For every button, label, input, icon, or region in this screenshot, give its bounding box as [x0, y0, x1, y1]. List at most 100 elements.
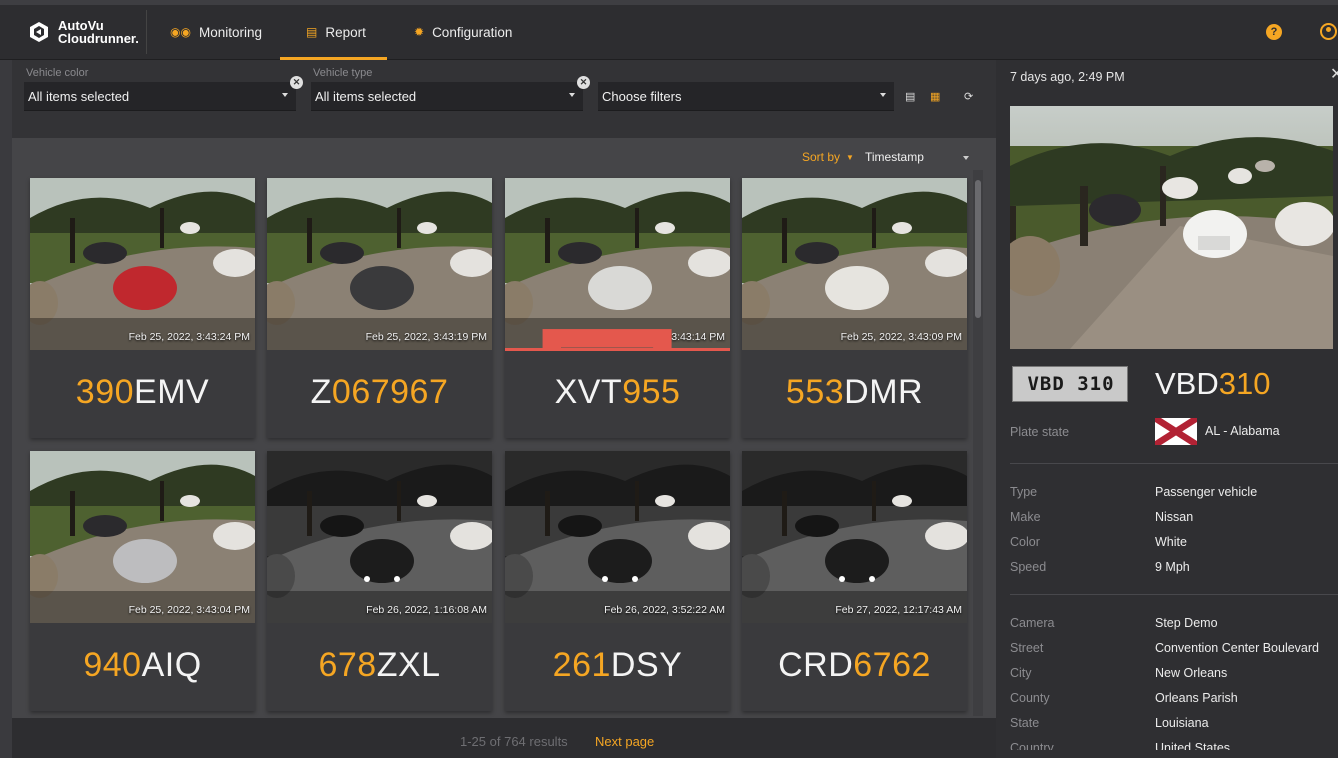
clear-vehicle-color-icon[interactable]: ✕ [290, 76, 303, 89]
chevron-down-icon[interactable] [963, 156, 969, 160]
sort-by-control[interactable]: Sort by ▼ [802, 150, 854, 164]
card-image[interactable]: Feb 26, 2022, 3:52:22 AM [505, 451, 730, 623]
plate-part2: 6762 [853, 646, 931, 684]
choose-filters-select[interactable]: Choose filters [598, 82, 894, 111]
card-image[interactable]: Feb 25, 2022, 3:43:04 PM [30, 451, 255, 623]
county-value: Orleans Parish [1155, 691, 1238, 705]
autovu-logo-icon [30, 22, 48, 42]
vehicle-capture-image [742, 178, 967, 350]
plate-state-value: AL - Alabama [1205, 424, 1280, 438]
sort-value[interactable]: Timestamp [865, 150, 924, 164]
card-timestamp: Feb 25, 2022, 3:43:19 PM [365, 331, 487, 343]
brand-line2: Cloudrunner. [58, 31, 139, 46]
alert-indicator-bar [505, 348, 730, 351]
nav-configuration-label: Configuration [432, 24, 513, 40]
plate-part2: AIQ [141, 646, 202, 684]
result-card[interactable]: Feb 25, 2022, 3:43:19 PM Z067967 [267, 178, 492, 438]
detail-plate-part1: VBD [1155, 366, 1219, 401]
detail-photo [1010, 106, 1333, 349]
grid-scrollbar-thumb[interactable] [975, 180, 981, 318]
country-value: United States [1155, 741, 1231, 750]
results-count: 1-25 of 764 results [460, 734, 568, 749]
result-card[interactable]: Feb 25, 2022, 3:43:24 PM 390EMV [30, 178, 255, 438]
card-image[interactable]: Feb 25, 2022, 3:43:19 PM [267, 178, 492, 350]
nav-report[interactable]: ▤ Report [306, 22, 366, 42]
brand-logo[interactable]: AutoVu Cloudrunner. [28, 16, 139, 48]
card-plate-number: 678ZXL [267, 646, 492, 685]
result-card[interactable]: Feb 25, 2022, 3:43:09 PM 553DMR [742, 178, 967, 438]
next-page-link[interactable]: Next page [595, 734, 654, 749]
list-view-icon[interactable]: ▤ [905, 90, 915, 103]
card-image[interactable]: Feb 26, 2022, 1:16:08 AM [267, 451, 492, 623]
result-card[interactable]: Feb 25, 2022, 3:43:04 PM 940AIQ [30, 451, 255, 711]
card-plate-number: 940AIQ [30, 646, 255, 685]
chevron-down-icon [880, 93, 886, 97]
detail-bottom-mask [996, 750, 1338, 758]
hit-alert-icon [542, 329, 672, 350]
plate-part1: 678 [318, 646, 377, 684]
card-plate-number: XVT955 [505, 373, 730, 412]
state-value: Louisiana [1155, 716, 1209, 730]
nav-configuration[interactable]: ✹ Configuration [414, 22, 512, 42]
card-plate-number: 553DMR [742, 373, 967, 412]
plate-part2: ZXL [376, 646, 441, 684]
plate-part1: XVT [554, 373, 623, 411]
plate-part2: 067967 [331, 373, 449, 411]
type-label: Type [1010, 485, 1038, 499]
card-plate-number: CRD6762 [742, 646, 967, 685]
card-timestamp: Feb 27, 2022, 12:17:43 AM [835, 604, 962, 616]
plate-crop-text: VBD 310 [1027, 373, 1115, 395]
plate-part1: 940 [83, 646, 142, 684]
plate-part1: 261 [552, 646, 611, 684]
grid-view-icon[interactable]: ▦ [930, 90, 940, 103]
card-image[interactable]: Feb 25, 2022, 3:43:09 PM [742, 178, 967, 350]
result-card[interactable]: Feb 27, 2022, 12:17:43 AM CRD6762 [742, 451, 967, 711]
vehicle-type-select[interactable]: All items selected [311, 82, 583, 111]
close-icon[interactable]: ✕ [1330, 64, 1338, 84]
plate-part2: DSY [610, 646, 683, 684]
plate-state-label: Plate state [1010, 425, 1070, 439]
make-label: Make [1010, 510, 1041, 524]
vehicle-capture-image [505, 451, 730, 623]
result-card[interactable]: Feb 25, 2022, 3:43:14 PM XVT955 [505, 178, 730, 438]
detail-plate-part2: 310 [1218, 366, 1271, 401]
window-edge [0, 0, 1338, 5]
card-image[interactable]: Feb 25, 2022, 3:43:24 PM [30, 178, 255, 350]
user-icon[interactable] [1320, 23, 1337, 40]
card-timestamp: Feb 26, 2022, 1:16:08 AM [366, 604, 487, 616]
detail-divider [1010, 463, 1338, 464]
nav-monitoring[interactable]: ◉◉ Monitoring [170, 22, 262, 42]
refresh-icon[interactable]: ⟳ [964, 90, 973, 103]
clear-vehicle-type-icon[interactable]: ✕ [577, 76, 590, 89]
result-card[interactable]: Feb 26, 2022, 3:52:22 AM 261DSY [505, 451, 730, 711]
vehicle-capture-image [267, 451, 492, 623]
detail-time: 7 days ago, 2:49 PM [1010, 70, 1125, 84]
card-image[interactable]: Feb 25, 2022, 3:43:14 PM [505, 178, 730, 350]
chevron-down-icon [282, 93, 288, 97]
make-value: Nissan [1155, 510, 1194, 524]
card-plate-number: 390EMV [30, 373, 255, 412]
plate-part1: 390 [75, 373, 135, 411]
card-timestamp: Feb 25, 2022, 3:43:04 PM [128, 604, 250, 616]
sort-direction-icon: ▼ [846, 152, 854, 162]
question-icon[interactable]: ? [1266, 24, 1282, 40]
nav-monitoring-label: Monitoring [198, 24, 262, 40]
card-image[interactable]: Feb 27, 2022, 12:17:43 AM [742, 451, 967, 623]
plate-part2: EMV [134, 373, 210, 411]
vehicle-capture-image [30, 451, 255, 623]
table-icon: ▤ [306, 25, 318, 39]
card-timestamp: Feb 26, 2022, 3:52:22 AM [604, 604, 725, 616]
city-value: New Orleans [1155, 666, 1228, 680]
nav-report-label: Report [325, 24, 366, 40]
card-plate-number: 261DSY [505, 646, 730, 685]
vehicle-capture-image [505, 178, 730, 350]
card-timestamp: Feb 25, 2022, 3:43:09 PM [840, 331, 962, 343]
result-card[interactable]: Feb 26, 2022, 1:16:08 AM 678ZXL [267, 451, 492, 711]
sort-by-label: Sort by [802, 150, 841, 164]
plate-part1: 553 [785, 373, 845, 411]
brand-divider [146, 10, 147, 54]
street-value: Convention Center Boulevard [1155, 641, 1319, 655]
vehicle-color-select[interactable]: All items selected [24, 82, 296, 111]
vehicle-type-value: All items selected [315, 89, 417, 104]
speed-value: 9 Mph [1155, 560, 1190, 574]
